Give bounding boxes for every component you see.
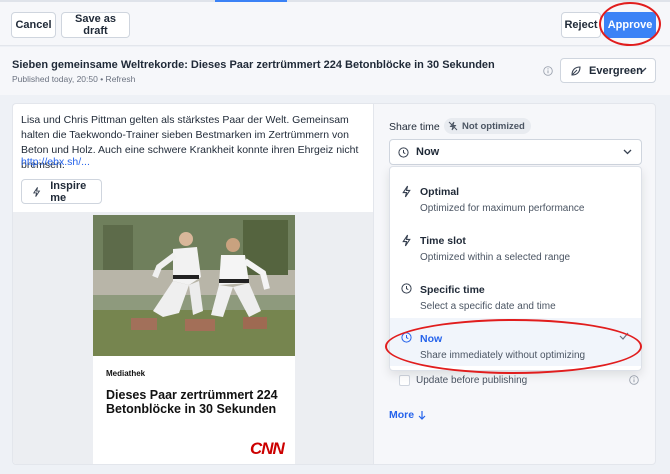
update-before-publishing-label: Update before publishing — [416, 374, 528, 386]
update-before-publishing-row[interactable]: Update before publishing — [399, 373, 639, 387]
menu-item-optimal[interactable]: Optimal Optimized for maximum performanc… — [390, 171, 641, 219]
chevron-down-icon — [638, 67, 647, 73]
menu-item-specific-time[interactable]: Specific time Select a specific date and… — [390, 269, 641, 317]
share-time-select[interactable]: Now — [389, 139, 642, 165]
info-icon[interactable] — [543, 66, 553, 76]
not-optimized-label: Not optimized — [462, 120, 525, 132]
share-time-label: Share time — [389, 121, 440, 133]
cancel-button[interactable]: Cancel — [11, 12, 56, 38]
menu-item-subtitle: Optimized within a selected range — [420, 252, 571, 263]
menu-item-title: Now — [420, 333, 443, 345]
info-icon[interactable] — [629, 375, 639, 385]
preview-headline: Dieses Paar zertrümmert 224 Betonblöcke … — [106, 388, 278, 416]
approve-button[interactable]: Approve — [604, 12, 656, 38]
inspire-me-button[interactable]: Inspire me — [21, 179, 102, 204]
evergreen-label: Evergreen — [589, 64, 643, 77]
menu-item-now[interactable]: Now Share immediately without optimizing — [390, 318, 641, 366]
menu-item-title: Optimal — [420, 186, 460, 198]
reject-button[interactable]: Reject — [561, 12, 601, 38]
post-link[interactable]: http://ebx.sh/... — [21, 156, 90, 168]
menu-item-title: Time slot — [420, 235, 466, 247]
share-time-menu: Optimal Optimized for maximum performanc… — [389, 166, 642, 371]
cnn-logo: CNN — [250, 439, 285, 458]
clock-icon — [401, 332, 412, 343]
arrow-down-icon — [418, 411, 426, 420]
more-link[interactable]: More — [389, 409, 426, 421]
menu-item-subtitle: Select a specific date and time — [420, 301, 556, 312]
update-before-publishing-checkbox[interactable] — [399, 374, 410, 386]
inspire-me-label: Inspire me — [50, 179, 87, 204]
evergreen-icon — [571, 65, 581, 76]
bolt-icon — [402, 234, 411, 247]
share-time-selected: Now — [416, 146, 440, 158]
save-draft-button[interactable]: Save as draft — [61, 12, 130, 38]
not-optimized-badge: Not optimized — [444, 118, 531, 134]
bolt-icon — [402, 185, 411, 198]
bolt-off-icon — [448, 121, 458, 131]
menu-item-title: Specific time — [420, 284, 485, 296]
chevron-down-icon — [623, 149, 632, 155]
preview-photo — [93, 215, 295, 356]
link-preview-area: Mediathek Dieses Paar zertrümmert 224 Be… — [13, 212, 373, 464]
menu-item-time-slot[interactable]: Time slot Optimized within a selected ra… — [390, 220, 641, 268]
evergreen-dropdown[interactable]: Evergreen — [560, 58, 656, 83]
post-content-panel: Lisa und Chris Pittman gelten als stärks… — [12, 103, 373, 465]
preview-source: Mediathek — [106, 369, 146, 378]
post-header: Sieben gemeinsame Weltrekorde: Dieses Pa… — [0, 47, 670, 95]
top-toolbar: Cancel Save as draft Reject Approve — [0, 2, 670, 46]
more-label: More — [389, 409, 415, 421]
post-meta: Published today, 20:50 • Refresh — [12, 74, 136, 84]
clock-icon — [401, 283, 412, 294]
clock-icon — [398, 146, 409, 158]
check-icon — [619, 332, 629, 340]
link-preview-card[interactable]: Mediathek Dieses Paar zertrümmert 224 Be… — [93, 215, 295, 464]
menu-item-subtitle: Share immediately without optimizing — [420, 350, 586, 361]
bolt-icon — [32, 186, 41, 197]
menu-item-subtitle: Optimized for maximum performance — [420, 203, 585, 214]
post-title: Sieben gemeinsame Weltrekorde: Dieses Pa… — [12, 59, 495, 71]
